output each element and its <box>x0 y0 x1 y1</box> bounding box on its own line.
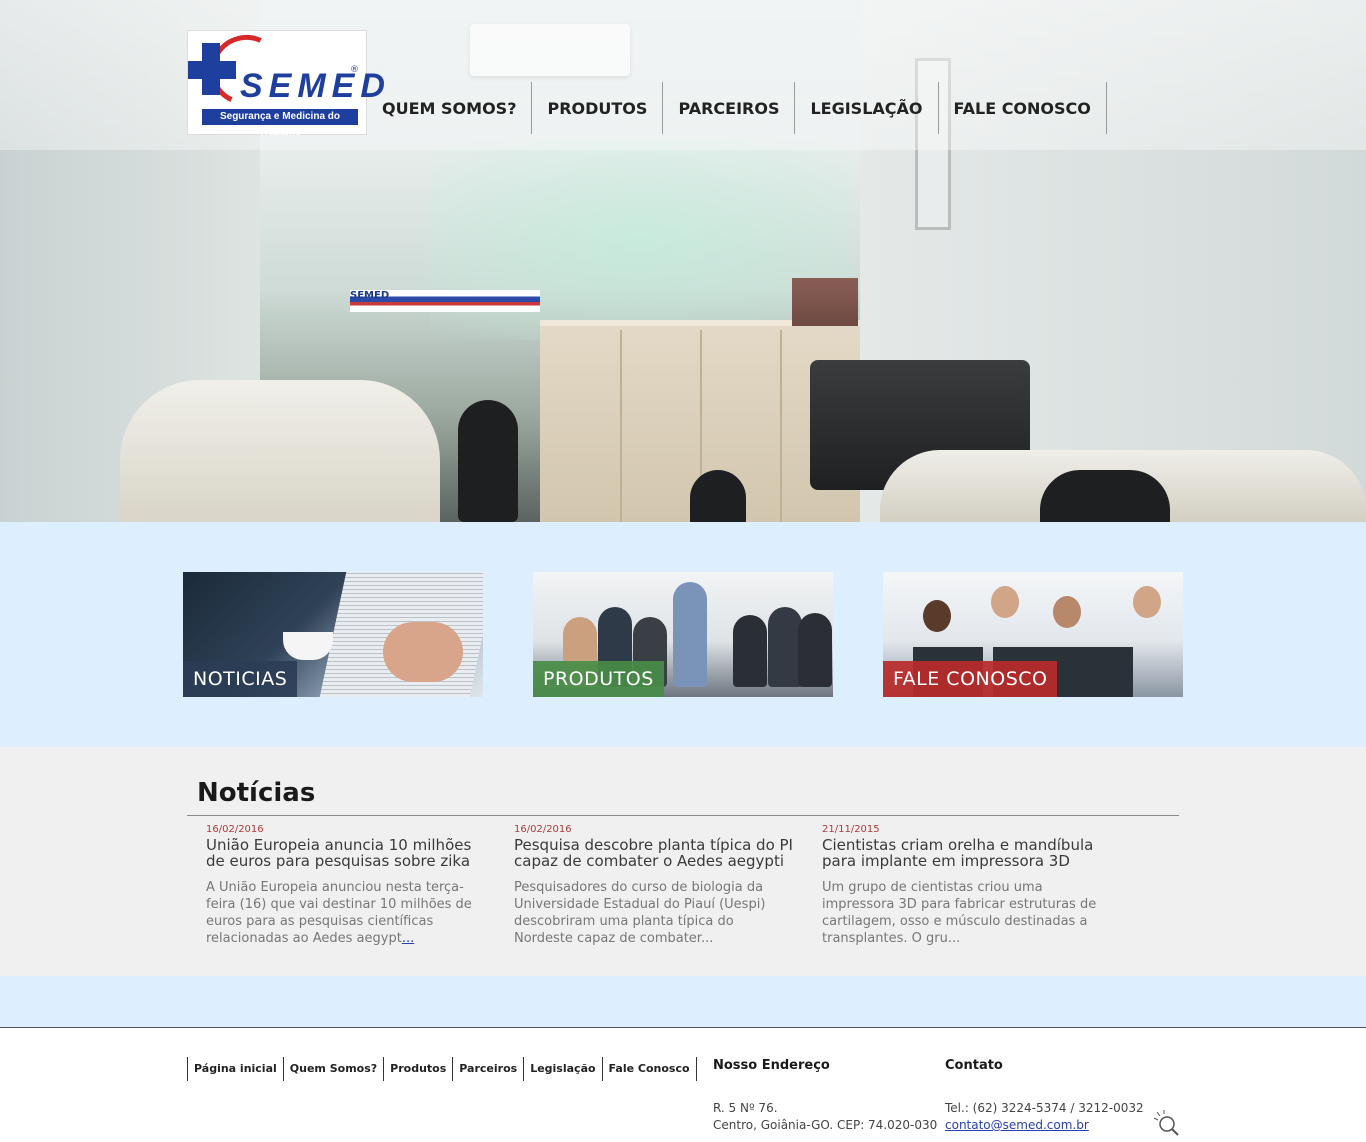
nav-item-produtos[interactable]: PRODUTOS <box>532 82 664 134</box>
person-figure <box>1053 596 1081 628</box>
news-excerpt: Um grupo de cientistas criou uma impress… <box>822 879 1102 947</box>
nav-item-legislacao[interactable]: LEGISLAÇÃO <box>795 82 939 134</box>
separator-band <box>0 976 1366 1027</box>
contact-block: Tel.: (62) 3224-5374 / 3212-0032 contato… <box>945 1100 1144 1134</box>
logo-cross-icon <box>188 61 236 79</box>
logo-tagline: Segurança e Medicina do Trabalho <box>202 109 358 138</box>
nav-item-quem-somos[interactable]: QUEM SOMOS? <box>367 82 533 134</box>
news-item: 16/02/2016 União Europeia anuncia 10 mil… <box>206 823 486 947</box>
hero-chair <box>458 400 518 522</box>
hero-chair <box>690 470 746 522</box>
person-figure <box>1133 586 1161 618</box>
search-icon[interactable] <box>1150 1108 1180 1138</box>
nav-item-fale-conosco[interactable]: FALE CONOSCO <box>939 82 1107 134</box>
news-headline-link[interactable]: Pesquisa descobre planta típica do PI ca… <box>514 837 794 869</box>
hero-desk <box>120 380 440 522</box>
logo-registered-mark: ® <box>350 65 359 75</box>
news-title: Notícias <box>197 778 316 808</box>
read-more-link[interactable]: ... <box>402 931 414 946</box>
read-more-link[interactable]: ... <box>948 931 960 946</box>
person-figure <box>673 582 707 687</box>
site-logo[interactable]: SEMED ® Segurança e Medicina do Trabalho <box>187 24 385 138</box>
hero-chair <box>1040 470 1170 522</box>
news-excerpt-text: Pesquisadores do curso de biologia da Un… <box>514 880 766 946</box>
news-headline-link[interactable]: Cientistas criam orelha e mandíbula para… <box>822 837 1102 869</box>
feature-card-label: NOTICIAS <box>183 661 298 697</box>
person-figure <box>733 615 767 687</box>
feature-card-label: FALE CONOSCO <box>883 661 1058 697</box>
hero-cabinet-door <box>780 330 782 522</box>
person-figure <box>768 607 802 687</box>
person-figure <box>923 600 951 632</box>
footer-link-pagina-inicial[interactable]: Página inicial <box>187 1057 283 1081</box>
feature-card-produtos[interactable]: PRODUTOS <box>533 572 833 697</box>
nav-item-parceiros[interactable]: PARCEIROS <box>663 82 796 134</box>
feature-card-label: PRODUTOS <box>533 661 664 697</box>
main-nav: QUEM SOMOS? PRODUTOS PARCEIROS LEGISLAÇÃ… <box>367 82 1107 134</box>
monitor-image <box>1063 647 1133 697</box>
feature-card-fale-conosco[interactable]: FALE CONOSCO <box>883 572 1183 697</box>
news-excerpt: A União Europeia anunciou nesta terça-fe… <box>206 879 486 947</box>
news-item: 16/02/2016 Pesquisa descobre planta típi… <box>514 823 794 947</box>
footer-nav: Página inicial Quem Somos? Produtos Parc… <box>187 1057 697 1081</box>
hero-cabinet-door <box>620 330 622 522</box>
footer-link-quem-somos[interactable]: Quem Somos? <box>282 1057 383 1081</box>
contact-title: Contato <box>945 1058 1003 1073</box>
contact-email-link[interactable]: contato@semed.com.br <box>945 1117 1144 1134</box>
person-figure <box>991 586 1019 618</box>
address-block: R. 5 Nº 76. Centro, Goiânia-GO. CEP: 74.… <box>713 1100 937 1134</box>
footer-link-parceiros[interactable]: Parceiros <box>452 1057 523 1081</box>
address-title: Nosso Endereço <box>713 1058 830 1073</box>
news-item: 21/11/2015 Cientistas criam orelha e man… <box>822 823 1102 947</box>
news-excerpt-text: A União Europeia anunciou nesta terça-fe… <box>206 880 472 946</box>
news-date: 16/02/2016 <box>206 824 264 835</box>
footer-link-legislacao[interactable]: Legislação <box>523 1057 601 1081</box>
news-date: 16/02/2016 <box>514 824 572 835</box>
person-figure <box>798 613 832 687</box>
feature-card-noticias[interactable]: NOTICIAS <box>183 572 483 697</box>
news-headline-link[interactable]: União Europeia anuncia 10 milhões de eur… <box>206 837 486 869</box>
address-line: R. 5 Nº 76. <box>713 1101 778 1115</box>
hero-box <box>792 278 858 326</box>
news-divider <box>187 815 1179 816</box>
footer-link-produtos[interactable]: Produtos <box>383 1057 452 1081</box>
news-excerpt: Pesquisadores do curso de biologia da Un… <box>514 879 794 947</box>
address-line: Centro, Goiânia-GO. CEP: 74.020-030 <box>713 1118 938 1132</box>
hero-wall-sign: SEMED <box>350 290 390 301</box>
read-more-link[interactable]: ... <box>701 931 713 946</box>
coffee-cup-image <box>283 632 333 660</box>
news-date: 21/11/2015 <box>822 824 880 835</box>
contact-phone: Tel.: (62) 3224-5374 / 3212-0032 <box>945 1101 1144 1115</box>
footer-divider <box>0 1027 1366 1028</box>
footer-link-fale-conosco[interactable]: Fale Conosco <box>601 1057 697 1081</box>
hand-image <box>383 622 463 682</box>
